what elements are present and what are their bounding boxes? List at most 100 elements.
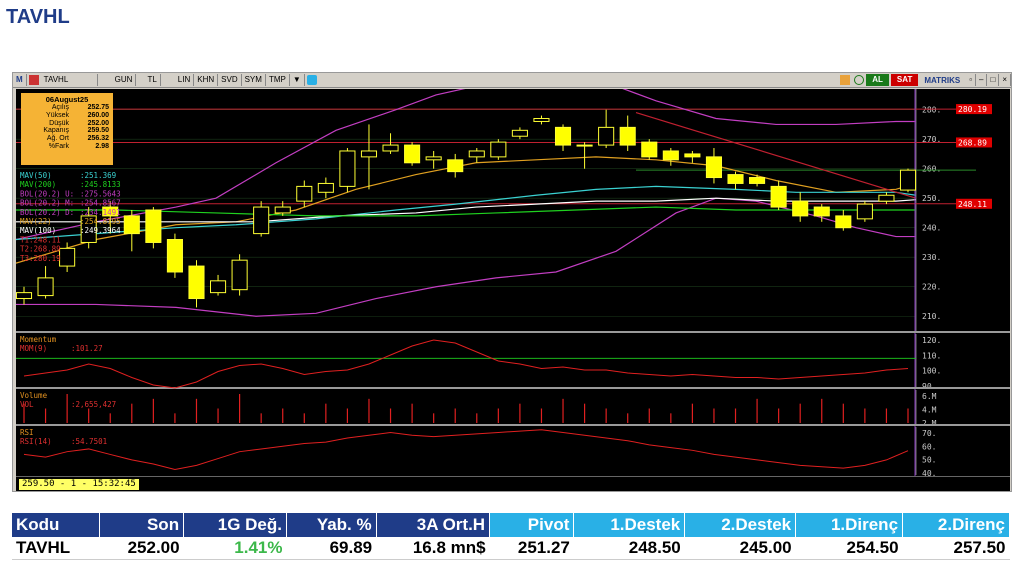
sym-button[interactable]: SYM bbox=[242, 74, 266, 86]
indicator-label: T1:248.11 bbox=[20, 235, 61, 244]
candle-body bbox=[813, 206, 830, 217]
sell-button[interactable]: SAT bbox=[890, 74, 919, 86]
indicator-label: BOL(20.2) D: bbox=[20, 208, 74, 217]
column-header[interactable]: Pivot bbox=[489, 513, 575, 537]
symbol-field[interactable]: TAVHL bbox=[41, 74, 98, 86]
candle-body bbox=[37, 277, 54, 297]
refresh-icon[interactable] bbox=[854, 75, 865, 85]
price-axis-label: 240. bbox=[922, 224, 941, 233]
table-cell: TAVHL bbox=[12, 537, 100, 560]
candle-body bbox=[15, 292, 33, 300]
info-row: Ağ. Ort 256.32 bbox=[21, 135, 113, 143]
dropdown-arrow-icon[interactable]: ▼ bbox=[290, 74, 305, 86]
volume-value: :2,655,427 bbox=[71, 400, 116, 409]
info-row: Düşük 252.00 bbox=[21, 120, 113, 128]
linear-scale-button[interactable]: LIN bbox=[175, 74, 195, 86]
table-row[interactable]: TAVHL 252.00 1.41% 69.89 16.8 mn$ 251.27 248.5… bbox=[12, 537, 1010, 560]
info-value: 260.00 bbox=[87, 111, 109, 119]
price-axis-label: 250. bbox=[922, 194, 941, 203]
minimize-icon[interactable]: – bbox=[976, 74, 988, 86]
info-row: Kapanış 259.50 bbox=[21, 127, 113, 135]
table-cell: 254.50 bbox=[795, 537, 903, 560]
column-header[interactable]: Kodu bbox=[12, 513, 100, 537]
rsi-title: RSI bbox=[20, 428, 34, 437]
last-trade-readout: 259.50 - 1 - 15:32:45 bbox=[18, 478, 140, 491]
table-cell: 69.89 bbox=[286, 537, 377, 560]
table-cell: 251.27 bbox=[489, 537, 574, 560]
info-row: %Fark 2.98 bbox=[21, 143, 113, 151]
brand-label: MATRIKS bbox=[924, 75, 961, 85]
candle-body bbox=[835, 215, 852, 229]
candle-body bbox=[274, 206, 291, 214]
volume-axis-label: 4.M bbox=[922, 406, 937, 415]
currency-button[interactable]: TL bbox=[144, 74, 161, 86]
candle-body bbox=[490, 141, 507, 158]
price-tag-label: 268.89 bbox=[958, 138, 987, 147]
template-button[interactable]: TMP bbox=[266, 74, 290, 86]
candle-body bbox=[447, 159, 464, 173]
momentum-axis-label: 100. bbox=[922, 367, 941, 376]
indicator-icon[interactable] bbox=[840, 75, 851, 85]
candle-body bbox=[533, 118, 550, 122]
indicator-value: :254.8567 bbox=[80, 199, 121, 208]
candle-body bbox=[749, 177, 766, 184]
ohlc-info-box: 06August25 Açılış 252.75 Yüksek 260.00 Düşük… bbox=[21, 93, 113, 165]
info-row: Yüksek 260.00 bbox=[21, 112, 113, 120]
settings-icon[interactable]: ▫ bbox=[966, 74, 977, 86]
candle-body bbox=[576, 144, 593, 147]
column-header[interactable]: 2.Destek bbox=[684, 513, 797, 537]
candle-body bbox=[360, 150, 378, 158]
close-icon[interactable]: × bbox=[999, 74, 1011, 86]
indicator-label: T2:268.89 bbox=[20, 245, 61, 254]
rsi-value: :54.7501 bbox=[71, 437, 107, 446]
quote-table: Kodu Son 1G Değ. Yab. % 3A Ort.H Pivot 1.Deste… bbox=[12, 513, 1010, 560]
twitter-icon[interactable] bbox=[306, 75, 317, 85]
column-header[interactable]: 1G Değ. bbox=[183, 513, 287, 537]
candle-body bbox=[684, 153, 701, 158]
candle-body bbox=[619, 126, 636, 146]
price-axis-label: 210. bbox=[922, 312, 941, 321]
panel-separator bbox=[16, 424, 1010, 426]
momentum-label: MOM(9) bbox=[20, 344, 47, 353]
info-value: 2.98 bbox=[95, 142, 109, 150]
period-button[interactable]: GUN bbox=[112, 74, 137, 86]
khn-button[interactable]: KHN bbox=[194, 74, 219, 86]
candle-body bbox=[382, 144, 399, 152]
candle-body bbox=[856, 203, 873, 220]
indicator-label: MAV(100) bbox=[20, 226, 56, 235]
symbol-picker-icon[interactable] bbox=[28, 75, 39, 85]
candle-body bbox=[339, 150, 356, 187]
svd-button[interactable]: SVD bbox=[218, 74, 242, 86]
table-cell: 245.00 bbox=[684, 537, 796, 560]
table-cell: 252.00 bbox=[99, 537, 184, 560]
rsi-axis-label: 70. bbox=[922, 429, 936, 438]
chart-plot-area[interactable]: 280. 270. 260. 250. 240. 230. 220. 210. 280.19 26… bbox=[15, 73, 1010, 491]
column-header[interactable]: 1.Destek bbox=[573, 513, 686, 537]
table-cell: 1.41% bbox=[183, 537, 287, 560]
table-cell: 257.50 bbox=[902, 537, 1010, 560]
candle-body bbox=[145, 209, 162, 243]
momentum-value: :101.27 bbox=[71, 344, 103, 353]
column-header[interactable]: 2.Direnç bbox=[902, 513, 1010, 537]
column-header[interactable]: Yab. % bbox=[286, 513, 377, 537]
momentum-title: Momentum bbox=[20, 335, 57, 344]
table-header-row: Kodu Son 1G Değ. Yab. % 3A Ort.H Pivot 1.Deste… bbox=[12, 513, 1010, 537]
candle-body bbox=[231, 259, 248, 291]
column-header[interactable]: 3A Ort.H bbox=[376, 513, 491, 537]
info-value: 252.00 bbox=[87, 119, 109, 127]
candle-body bbox=[425, 156, 442, 161]
candle-body bbox=[662, 150, 679, 161]
indicator-label: BOL(20.2) U: bbox=[20, 189, 74, 198]
column-header[interactable]: 1.Direnç bbox=[795, 513, 904, 537]
matriks-logo-icon: M bbox=[13, 74, 27, 86]
column-header[interactable]: Son bbox=[99, 513, 185, 537]
maximize-icon[interactable]: □ bbox=[987, 74, 1000, 86]
momentum-axis-label: 90. bbox=[922, 382, 936, 391]
page-title: TAVHL bbox=[6, 6, 70, 28]
status-bar: 259.50 - 1 - 15:32:45 bbox=[16, 476, 1010, 491]
price-axis-label: 230. bbox=[922, 253, 941, 262]
buy-button[interactable]: AL bbox=[866, 74, 889, 86]
candle-body bbox=[770, 185, 787, 208]
candle-body bbox=[404, 144, 421, 164]
candle-body bbox=[598, 126, 615, 146]
